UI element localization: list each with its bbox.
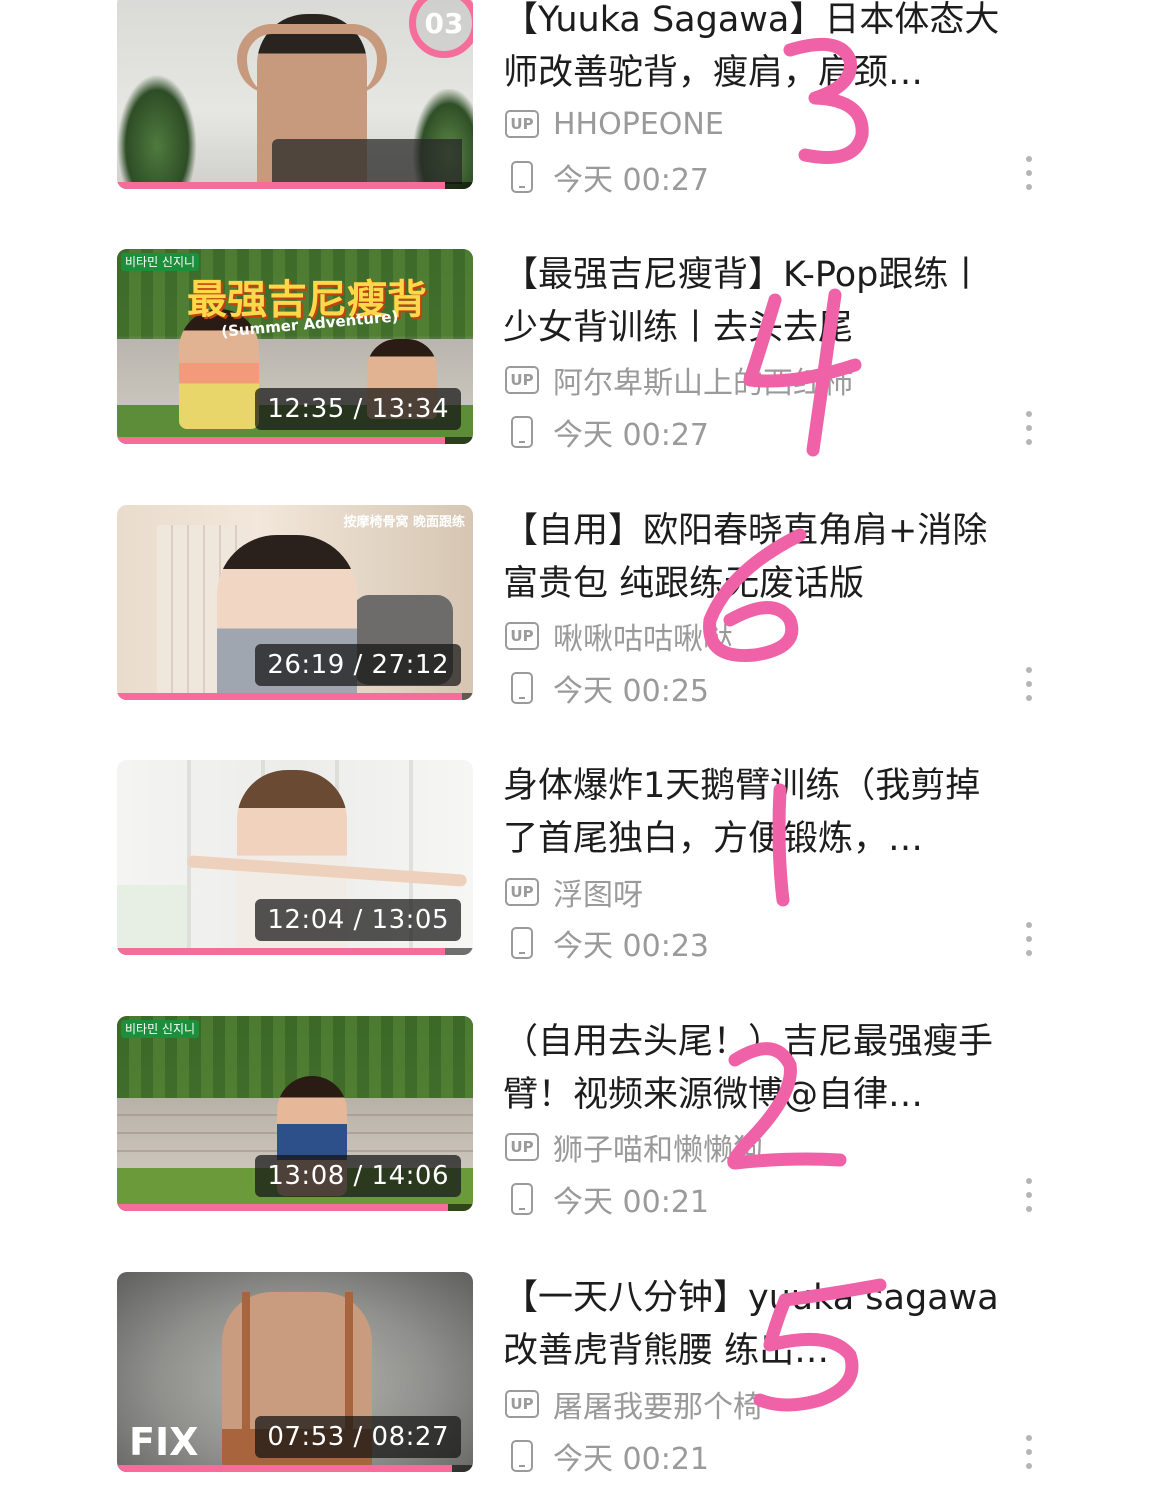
video-thumbnail[interactable]: 12:04 / 13:05	[117, 760, 473, 955]
video-title[interactable]: 【Yuuka Sagawa】日本体态大师改善驼背，瘦肩，肩颈…	[503, 0, 1008, 100]
up-icon: UP	[505, 363, 539, 397]
list-item[interactable]: 按摩椅骨窝 晚面跟练 26:19 / 27:12 【自用】欧阳春晓直角肩+消除富…	[0, 505, 1170, 715]
video-thumbnail[interactable]: 03	[117, 0, 473, 189]
uploader-name: 阿尔卑斯山上的西红柿	[553, 366, 853, 401]
time-row: 今天 00:21	[505, 1179, 709, 1220]
uploader-row[interactable]: UP HHOPEONE	[505, 104, 724, 144]
video-duration: 12:35 / 13:34	[255, 388, 461, 430]
more-options-icon[interactable]	[1021, 156, 1037, 190]
time-row: 今天 00:27	[505, 157, 709, 198]
uploader-row[interactable]: UP 屠屠我要那个椅	[505, 1384, 763, 1425]
video-thumbnail[interactable]: 按摩椅骨窝 晚面跟练 26:19 / 27:12	[117, 505, 473, 700]
video-duration: 13:08 / 14:06	[255, 1155, 461, 1197]
list-item[interactable]: 03 【Yuuka Sagawa】日本体态大师改善驼背，瘦肩，肩颈… UP HH…	[0, 0, 1170, 204]
watch-progress-bar	[117, 948, 445, 955]
watch-progress-bar	[117, 437, 445, 444]
watch-progress-bar	[117, 1465, 452, 1472]
up-icon: UP	[505, 875, 539, 909]
watch-time: 今天 00:21	[553, 1442, 709, 1477]
video-title[interactable]: （自用去头尾！）吉尼最强瘦手臂！视频来源微博@自律…	[503, 1016, 1008, 1122]
video-thumbnail[interactable]: 비타민 신지니 最强吉尼瘦背 (Summer Adventure) 12:35 …	[117, 249, 473, 444]
uploader-name: 屠屠我要那个椅	[553, 1390, 763, 1425]
more-options-icon[interactable]	[1021, 667, 1037, 701]
thumbnail-label: FIX	[129, 1420, 199, 1464]
phone-icon	[505, 415, 539, 449]
watch-time: 今天 00:27	[553, 418, 709, 453]
up-icon: UP	[505, 619, 539, 653]
video-title[interactable]: 【最强吉尼瘦背】K-Pop跟练丨少女背训练丨去头去尾	[503, 249, 1008, 355]
thumbnail-caption: 按摩椅骨窝 晚面跟练	[343, 515, 465, 530]
phone-icon	[505, 1182, 539, 1216]
time-row: 今天 00:21	[505, 1436, 709, 1477]
up-icon: UP	[505, 1130, 539, 1164]
uploader-name: 啾啾咕咕啾哒	[553, 622, 733, 657]
more-options-icon[interactable]	[1021, 411, 1037, 445]
phone-icon	[505, 671, 539, 705]
phone-icon	[505, 926, 539, 960]
watch-progress-bar	[117, 1204, 449, 1211]
video-title[interactable]: 【一天八分钟】yuuka sagawa 改善虎背熊腰 练出…	[503, 1272, 1008, 1378]
uploader-name: 狮子喵和懒懒狗	[553, 1133, 763, 1168]
time-row: 今天 00:25	[505, 668, 709, 709]
video-title[interactable]: 【自用】欧阳春晓直角肩+消除富贵包 纯跟练无废话版	[503, 505, 1008, 611]
list-item[interactable]: 비타민 신지니 13:08 / 14:06 （自用去头尾！）吉尼最强瘦手臂！视频…	[0, 1016, 1170, 1226]
video-duration: 07:53 / 08:27	[255, 1416, 461, 1458]
list-item[interactable]: 12:04 / 13:05 身体爆炸1天鹅臂训练（我剪掉了首尾独白，方便锻炼，……	[0, 760, 1170, 970]
watch-time: 今天 00:25	[553, 674, 709, 709]
uploader-row[interactable]: UP 狮子喵和懒懒狗	[505, 1127, 763, 1168]
more-options-icon[interactable]	[1021, 1178, 1037, 1212]
more-options-icon[interactable]	[1021, 1435, 1037, 1469]
up-icon: UP	[505, 1387, 539, 1421]
watch-time: 今天 00:27	[553, 163, 709, 198]
uploader-name: 浮图呀	[553, 878, 643, 913]
watch-progress-bar	[117, 182, 445, 189]
list-item[interactable]: FIX 07:53 / 08:27 【一天八分钟】yuuka sagawa 改善…	[0, 1272, 1170, 1482]
watch-time: 今天 00:23	[553, 929, 709, 964]
up-icon: UP	[505, 107, 539, 141]
phone-icon	[505, 160, 539, 194]
uploader-row[interactable]: UP 浮图呀	[505, 872, 643, 913]
uploader-name: HHOPEONE	[553, 106, 724, 142]
time-row: 今天 00:27	[505, 412, 709, 453]
watch-progress-bar	[117, 693, 463, 700]
video-duration: 26:19 / 27:12	[255, 644, 461, 686]
video-duration: 12:04 / 13:05	[255, 899, 461, 941]
list-item[interactable]: 비타민 신지니 最强吉尼瘦背 (Summer Adventure) 12:35 …	[0, 249, 1170, 459]
video-thumbnail[interactable]: 비타민 신지니 13:08 / 14:06	[117, 1016, 473, 1211]
time-row: 今天 00:23	[505, 923, 709, 964]
uploader-row[interactable]: UP 啾啾咕咕啾哒	[505, 616, 733, 657]
channel-tag: 비타민 신지니	[121, 1020, 200, 1038]
phone-icon	[505, 1439, 539, 1473]
video-thumbnail[interactable]: FIX 07:53 / 08:27	[117, 1272, 473, 1472]
uploader-row[interactable]: UP 阿尔卑斯山上的西红柿	[505, 360, 853, 401]
watch-time: 今天 00:21	[553, 1185, 709, 1220]
video-title[interactable]: 身体爆炸1天鹅臂训练（我剪掉了首尾独白，方便锻炼，…	[503, 760, 1008, 866]
more-options-icon[interactable]	[1021, 922, 1037, 956]
